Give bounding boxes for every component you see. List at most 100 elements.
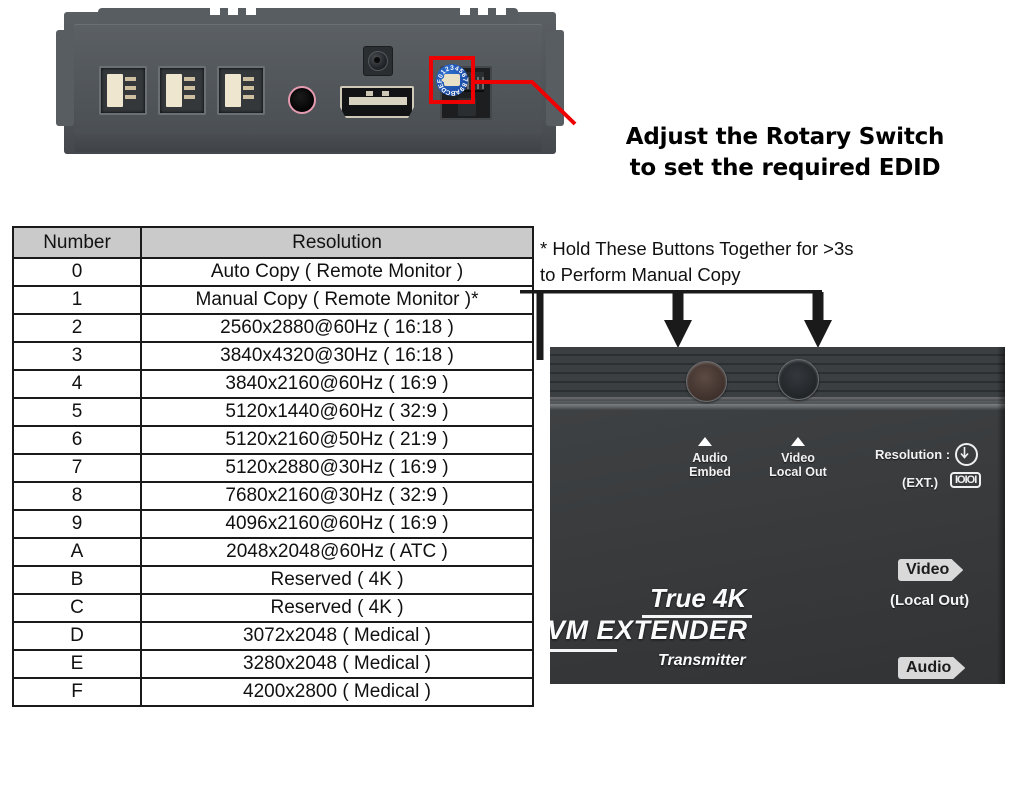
video-tag-sublabel: (Local Out): [890, 592, 970, 609]
table-row: 9 4096x2160@60Hz ( 16:9 ): [12, 509, 534, 539]
cell-number: 4: [12, 369, 142, 399]
manual-copy-note: * Hold These Buttons Together for >3s to…: [540, 238, 854, 285]
video-local-out-button[interactable]: [778, 359, 819, 400]
column-header-number: Number: [12, 226, 142, 259]
cell-number: B: [12, 565, 142, 595]
usb-pin: [243, 77, 254, 81]
transmitter-photo: Audio Embed Video Local Out Resolution :…: [550, 347, 1005, 684]
column-header-resolution: Resolution: [140, 226, 534, 259]
brand-rule-bottom: [550, 649, 617, 652]
hdmi-nub: [366, 91, 373, 96]
panel-notch-3: [246, 8, 256, 15]
cell-number: 3: [12, 341, 142, 371]
usb-tongue: [107, 74, 123, 107]
rear-panel-photo: [56, 8, 564, 158]
usb-port-1: [99, 66, 147, 115]
hdmi-contact-strip: [349, 97, 407, 105]
cell-number: 9: [12, 509, 142, 539]
cell-resolution: 5120x1440@60Hz ( 32:9 ): [140, 397, 534, 427]
usb-tongue: [166, 74, 182, 107]
cell-resolution: 3840x4320@30Hz ( 16:18 ): [140, 341, 534, 371]
panel-notch-4: [460, 8, 470, 15]
panel-notch-2: [228, 8, 238, 15]
table-row: 5 5120x1440@60Hz ( 32:9 ): [12, 397, 534, 427]
brand-kvm-extender: VM EXTENDER: [550, 615, 748, 645]
table-row: 1 Manual Copy ( Remote Monitor )*: [12, 285, 534, 315]
cell-resolution: 5120x2880@30Hz ( 16:9 ): [140, 453, 534, 483]
cell-resolution: 4200x2800 ( Medical ): [140, 677, 534, 707]
audio-embed-label: Audio Embed: [689, 451, 731, 479]
table-header-row: Number Resolution: [12, 226, 534, 259]
cell-resolution: 5120x2160@50Hz ( 21:9 ): [140, 425, 534, 455]
audio-tag: Audio: [898, 657, 966, 679]
panel-mount-ear-right: [546, 30, 564, 126]
video-tag: Video: [898, 559, 964, 581]
cell-number: F: [12, 677, 142, 707]
ext-label: (EXT.): [902, 475, 939, 490]
rotary-switch-highlight-box: [429, 56, 475, 104]
cell-resolution: 7680x2160@30Hz ( 32:9 ): [140, 481, 534, 511]
table-row: F 4200x2800 ( Medical ): [12, 677, 534, 707]
cell-number: 7: [12, 453, 142, 483]
table-row: C Reserved ( 4K ): [12, 593, 534, 623]
table-row: 0 Auto Copy ( Remote Monitor ): [12, 257, 534, 287]
table-row: E 3280x2048 ( Medical ): [12, 649, 534, 679]
panel-notch-5: [478, 8, 488, 15]
brand-transmitter: Transmitter: [658, 652, 746, 669]
usb-pin: [184, 77, 195, 81]
table-row: 3 3840x4320@30Hz ( 16:18 ): [12, 341, 534, 371]
table-row: 4 3840x2160@60Hz ( 16:9 ): [12, 369, 534, 399]
cell-number: 1: [12, 285, 142, 315]
cell-number: E: [12, 649, 142, 679]
resolution-down-arrow-icon: [955, 443, 978, 466]
panel-mount-ear-left: [56, 30, 74, 126]
panel-base: [74, 134, 542, 152]
hdmi-port: [340, 86, 414, 118]
hdmi-nub: [382, 91, 389, 96]
dc-jack-pin: [374, 57, 380, 63]
table-row: 6 5120x2160@50Hz ( 21:9 ): [12, 425, 534, 455]
dc-power-jack: [363, 46, 393, 76]
audio-embed-triangle-icon: [698, 437, 712, 446]
cell-resolution: 3840x2160@60Hz ( 16:9 ): [140, 369, 534, 399]
usb-pin: [184, 86, 195, 90]
cell-number: D: [12, 621, 142, 651]
panel-notch-6: [496, 8, 506, 15]
usb-port-2: [158, 66, 206, 115]
cell-number: 8: [12, 481, 142, 511]
cell-resolution: Reserved ( 4K ): [140, 593, 534, 623]
cell-resolution: 3280x2048 ( Medical ): [140, 649, 534, 679]
adjust-rotary-heading: Adjust the Rotary Switch to set the requ…: [625, 124, 945, 181]
table-row: 2 2560x2880@60Hz ( 16:18 ): [12, 313, 534, 343]
usb-tongue: [225, 74, 241, 107]
panel-top-lip: [98, 8, 518, 24]
table-row: B Reserved ( 4K ): [12, 565, 534, 595]
cell-resolution: 3072x2048 ( Medical ): [140, 621, 534, 651]
edid-resolution-table: Number Resolution 0 Auto Copy ( Remote Mo…: [12, 226, 534, 707]
usb-pin: [184, 95, 195, 99]
video-local-out-triangle-icon: [791, 437, 805, 446]
cell-resolution: 4096x2160@60Hz ( 16:9 ): [140, 509, 534, 539]
table-row: A 2048x2048@60Hz ( ATC ): [12, 537, 534, 567]
usb-pin: [243, 86, 254, 90]
table-row: 7 5120x2880@30Hz ( 16:9 ): [12, 453, 534, 483]
cell-number: C: [12, 593, 142, 623]
cell-number: 6: [12, 425, 142, 455]
video-local-out-label: Video Local Out: [769, 451, 827, 479]
resolution-label: Resolution :: [875, 447, 951, 462]
table-row: 8 7680x2160@30Hz ( 32:9 ): [12, 481, 534, 511]
usb-port-3: [217, 66, 265, 115]
cell-resolution: Manual Copy ( Remote Monitor )*: [140, 285, 534, 315]
cell-number: 5: [12, 397, 142, 427]
cell-number: 0: [12, 257, 142, 287]
cell-resolution: Auto Copy ( Remote Monitor ): [140, 257, 534, 287]
rotary-switch[interactable]: 0123456789ABCDEF: [429, 56, 475, 104]
usb-pin: [125, 95, 136, 99]
table-row: D 3072x2048 ( Medical ): [12, 621, 534, 651]
audio-jack: [288, 86, 316, 114]
brand-true-4k: True 4K: [650, 583, 747, 613]
audio-embed-button[interactable]: [686, 361, 727, 402]
cell-resolution: 2560x2880@60Hz ( 16:18 ): [140, 313, 534, 343]
cell-number: 2: [12, 313, 142, 343]
cell-resolution: Reserved ( 4K ): [140, 565, 534, 595]
